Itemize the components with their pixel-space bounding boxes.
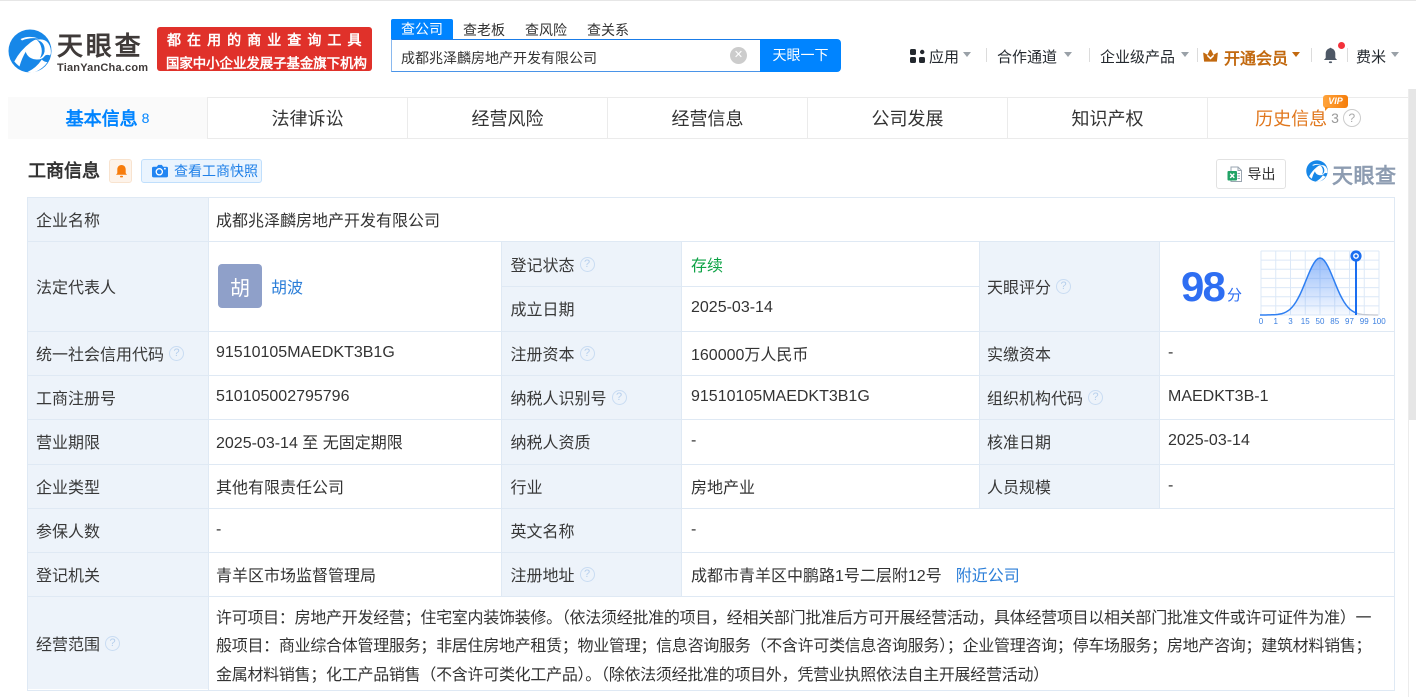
svg-text:15: 15 [1301,317,1310,326]
svg-text:85: 85 [1330,317,1339,326]
svg-text:1: 1 [1274,317,1279,326]
svg-text:100: 100 [1372,317,1386,326]
svg-text:97: 97 [1345,317,1354,326]
svg-text:50: 50 [1316,317,1325,326]
svg-text:0: 0 [1259,317,1264,326]
svg-text:3: 3 [1288,317,1293,326]
svg-text:99: 99 [1360,317,1369,326]
